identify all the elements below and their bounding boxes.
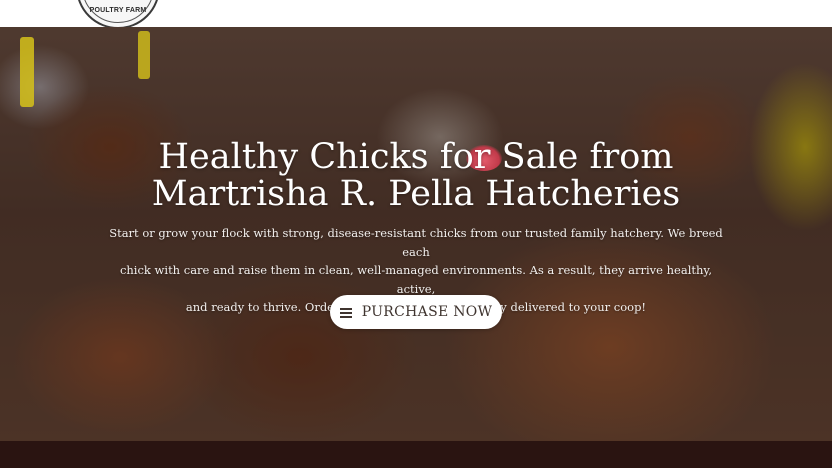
hero-title-line1: Healthy Chicks for Sale from bbox=[158, 137, 674, 177]
hero-title-line2: Martrisha R. Pella Hatcheries bbox=[151, 174, 681, 214]
purchase-now-button[interactable]: PURCHASE NOW bbox=[330, 295, 502, 329]
menu-icon bbox=[339, 307, 352, 318]
hero-content: Healthy Chicks for Sale from Martrisha R… bbox=[0, 27, 832, 441]
section-divider-band bbox=[0, 441, 832, 468]
site-header: POULTRY FARM bbox=[0, 0, 832, 29]
logo-text: POULTRY FARM bbox=[89, 7, 147, 14]
hero-description-line1: Start or grow your flock with strong, di… bbox=[109, 226, 723, 259]
hero-description-line2: chick with care and raise them in clean,… bbox=[119, 263, 713, 296]
hero-section: Healthy Chicks for Sale from Martrisha R… bbox=[0, 27, 832, 441]
hero-title: Healthy Chicks for Sale from Martrisha R… bbox=[100, 139, 732, 213]
site-logo[interactable]: POULTRY FARM bbox=[76, 0, 160, 29]
purchase-now-label: PURCHASE NOW bbox=[361, 304, 493, 320]
